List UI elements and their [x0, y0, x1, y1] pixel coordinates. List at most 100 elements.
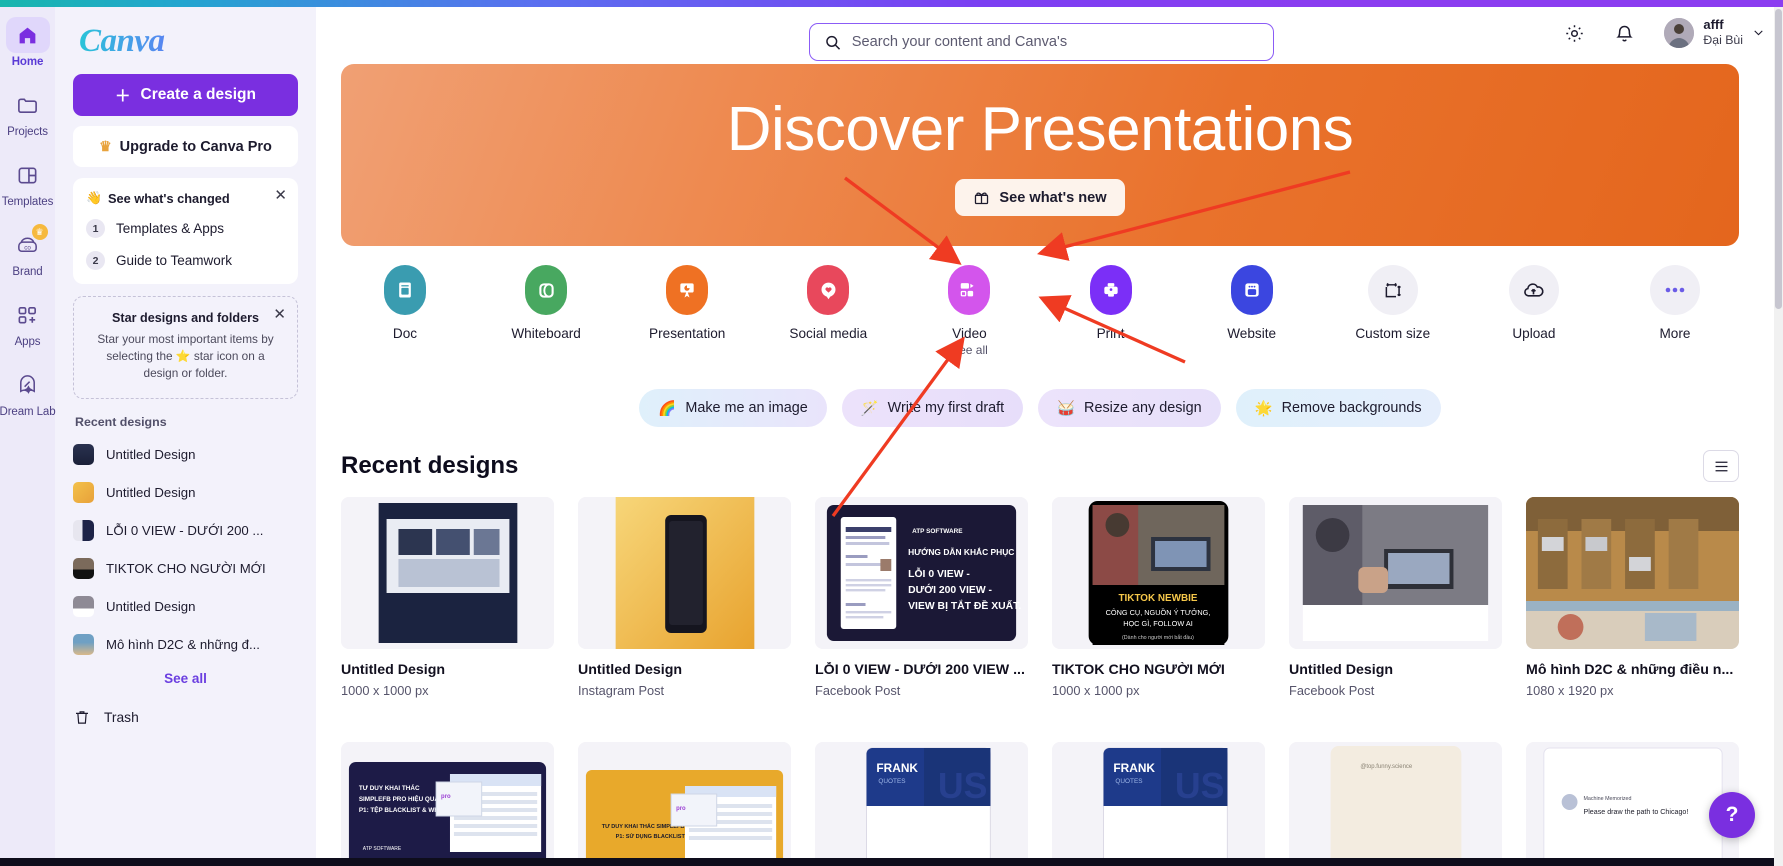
design-card[interactable]: TƯ DUY KHAI THÁC SIMPLEFB PRO HIỆU QUẢ -… [341, 742, 554, 866]
list-item[interactable]: Mô hình D2C & những đ... [73, 625, 298, 663]
templates-icon [6, 157, 50, 193]
svg-text:LỖI 0 VIEW -: LỖI 0 VIEW - [908, 567, 970, 580]
list-view-toggle-button[interactable] [1703, 450, 1739, 482]
category-website[interactable]: Website [1196, 265, 1308, 357]
sidebar-see-all-link[interactable]: See all [73, 671, 298, 686]
svg-text:ATP SOFTWARE: ATP SOFTWARE [912, 528, 963, 535]
pill-write-my-first-draft[interactable]: 🪄 Write my first draft [841, 389, 1024, 427]
design-card[interactable]: @top.funny.science [1289, 742, 1502, 866]
scrollbar-thumb[interactable] [1775, 9, 1782, 309]
svg-text:QUOTES: QUOTES [1115, 778, 1143, 785]
sidebar-recent-list: Untitled Design Untitled Design LỖI 0 VI… [73, 435, 298, 663]
whats-changed-item-guide-to-teamwork[interactable]: 2 Guide to Teamwork [86, 251, 285, 270]
home-icon [5, 17, 50, 53]
whats-changed-item-templates-apps[interactable]: 1 Templates & Apps [86, 219, 285, 238]
design-card[interactable]: Machine Memorized Please draw the path t… [1526, 742, 1739, 866]
rail-item-home[interactable]: Home [0, 17, 55, 68]
recent-designs-header: Recent designs [341, 450, 1739, 482]
canva-logo[interactable]: Canva [79, 23, 298, 60]
recent-design-name: LỖI 0 VIEW - DƯỚI 200 ... [106, 522, 264, 538]
rainbow-icon: 🌈 [658, 400, 677, 417]
svg-text:FRANK: FRANK [1113, 761, 1155, 775]
brand-icon: co ♛ [6, 224, 50, 263]
category-label: Upload [1512, 326, 1556, 341]
design-card-meta: Instagram Post [578, 683, 665, 698]
pill-make-me-an-image[interactable]: 🌈 Make me an image [639, 389, 827, 427]
crown-icon: ♛ [99, 138, 112, 154]
svg-text:SIMPLEFB PRO HIỆU QUẢ -: SIMPLEFB PRO HIỆU QUẢ - [359, 794, 443, 803]
see-whats-new-button[interactable]: See what's new [955, 179, 1125, 216]
category-label: Whiteboard [511, 326, 581, 341]
design-card[interactable]: TƯ DUY KHAI THÁC SIMPLEFB PRO HIỆU QUẢ -… [578, 742, 791, 866]
close-icon[interactable]: ✕ [273, 307, 286, 322]
list-item[interactable]: Untitled Design [73, 587, 298, 625]
pill-label: Remove backgrounds [1281, 400, 1422, 416]
category-video[interactable]: Video See all [913, 265, 1025, 357]
design-card[interactable]: TIKTOK NEWBIE CÔNG CỤ, NGUỒN Ý TƯỞNG, HỌ… [1052, 497, 1265, 698]
design-card-meta: Facebook Post [1289, 683, 1375, 698]
design-thumbnail [73, 633, 94, 655]
whats-changed-card: ✕ 👋 See what's changed 1 Templates & App… [73, 178, 298, 284]
design-card[interactable]: Untitled Design 1000 x 1000 px [341, 497, 554, 698]
recent-design-name: Untitled Design [106, 484, 196, 500]
see-whats-new-label: See what's new [999, 189, 1107, 206]
help-button[interactable]: ? [1709, 792, 1755, 838]
rail-item-brand[interactable]: co ♛ Brand [0, 224, 55, 278]
category-social-media[interactable]: Social media [772, 265, 884, 357]
create-a-design-button[interactable]: ＋ Create a design [73, 74, 298, 116]
category-see-all-link[interactable]: See all [951, 343, 988, 357]
category-label: Print [1096, 326, 1125, 341]
rail-item-projects[interactable]: Projects [0, 87, 55, 138]
svg-text:ATP SOFTWARE: ATP SOFTWARE [363, 846, 402, 852]
design-card[interactable]: FRANK QUOTES US [815, 742, 1028, 866]
whiteboard-icon [525, 265, 568, 315]
category-label: Custom size [1355, 326, 1431, 341]
rail-item-templates[interactable]: Templates [0, 157, 55, 208]
category-doc[interactable]: Doc [349, 265, 461, 357]
list-item[interactable]: LỖI 0 VIEW - DƯỚI 200 ... [73, 511, 298, 549]
category-print[interactable]: Print [1055, 265, 1167, 357]
presentation-icon [666, 265, 709, 315]
design-thumbnail [341, 497, 554, 649]
design-card[interactable]: ATP SOFTWARE HƯỚNG DẪN KHẮC PHỤC LỖI 0 V… [815, 497, 1028, 698]
top-header: afff Đại Bùi [316, 7, 1783, 61]
page-scrollbar[interactable] [1774, 7, 1783, 866]
list-item[interactable]: Untitled Design [73, 473, 298, 511]
rail-item-dream-lab[interactable]: Dream Lab [0, 367, 56, 418]
design-thumbnail [73, 443, 94, 465]
svg-text:QUOTES: QUOTES [878, 778, 906, 785]
category-presentation[interactable]: Presentation [631, 265, 743, 357]
design-thumbnail [73, 481, 94, 503]
category-more[interactable]: More [1619, 265, 1731, 357]
whats-changed-title: See what's changed [107, 190, 230, 206]
pill-remove-backgrounds[interactable]: 🌟 Remove backgrounds [1235, 389, 1441, 427]
design-card[interactable]: Mô hình D2C & những điều n... 1080 x 192… [1526, 497, 1739, 698]
pill-label: Resize any design [1084, 400, 1202, 416]
svg-text:pro: pro [676, 806, 686, 812]
list-item[interactable]: TIKTOK CHO NGƯỜI MỚI [73, 549, 298, 587]
pill-resize-any-design[interactable]: 🥁 Resize any design [1038, 389, 1221, 427]
category-upload[interactable]: Upload [1478, 265, 1590, 357]
search-bar[interactable] [809, 23, 1274, 61]
more-icon [1649, 265, 1700, 315]
category-label: Social media [789, 326, 868, 341]
category-whiteboard[interactable]: Whiteboard [490, 265, 602, 357]
apps-icon [6, 297, 50, 333]
notifications-button[interactable] [1608, 17, 1640, 49]
search-input[interactable] [851, 34, 1259, 50]
settings-button[interactable] [1558, 17, 1590, 49]
design-card[interactable]: Untitled Design Instagram Post [578, 497, 791, 698]
rail-label-projects: Projects [7, 126, 48, 138]
design-card-meta: 1000 x 1000 px [1052, 683, 1140, 698]
sidebar-item-trash[interactable]: Trash [73, 708, 298, 727]
list-item[interactable]: Untitled Design [73, 435, 298, 473]
design-card[interactable]: Untitled Design Facebook Post [1289, 497, 1502, 698]
category-label: Website [1227, 326, 1277, 341]
account-menu[interactable]: afff Đại Bùi [1658, 17, 1765, 49]
upgrade-to-canva-pro-button[interactable]: ♛ Upgrade to Canva Pro [73, 126, 298, 167]
rail-item-apps[interactable]: Apps [0, 297, 55, 348]
category-custom-size[interactable]: Custom size [1337, 265, 1449, 357]
design-card[interactable]: FRANK QUOTES US [1052, 742, 1265, 866]
video-icon [948, 265, 991, 315]
close-icon[interactable]: ✕ [274, 188, 287, 203]
